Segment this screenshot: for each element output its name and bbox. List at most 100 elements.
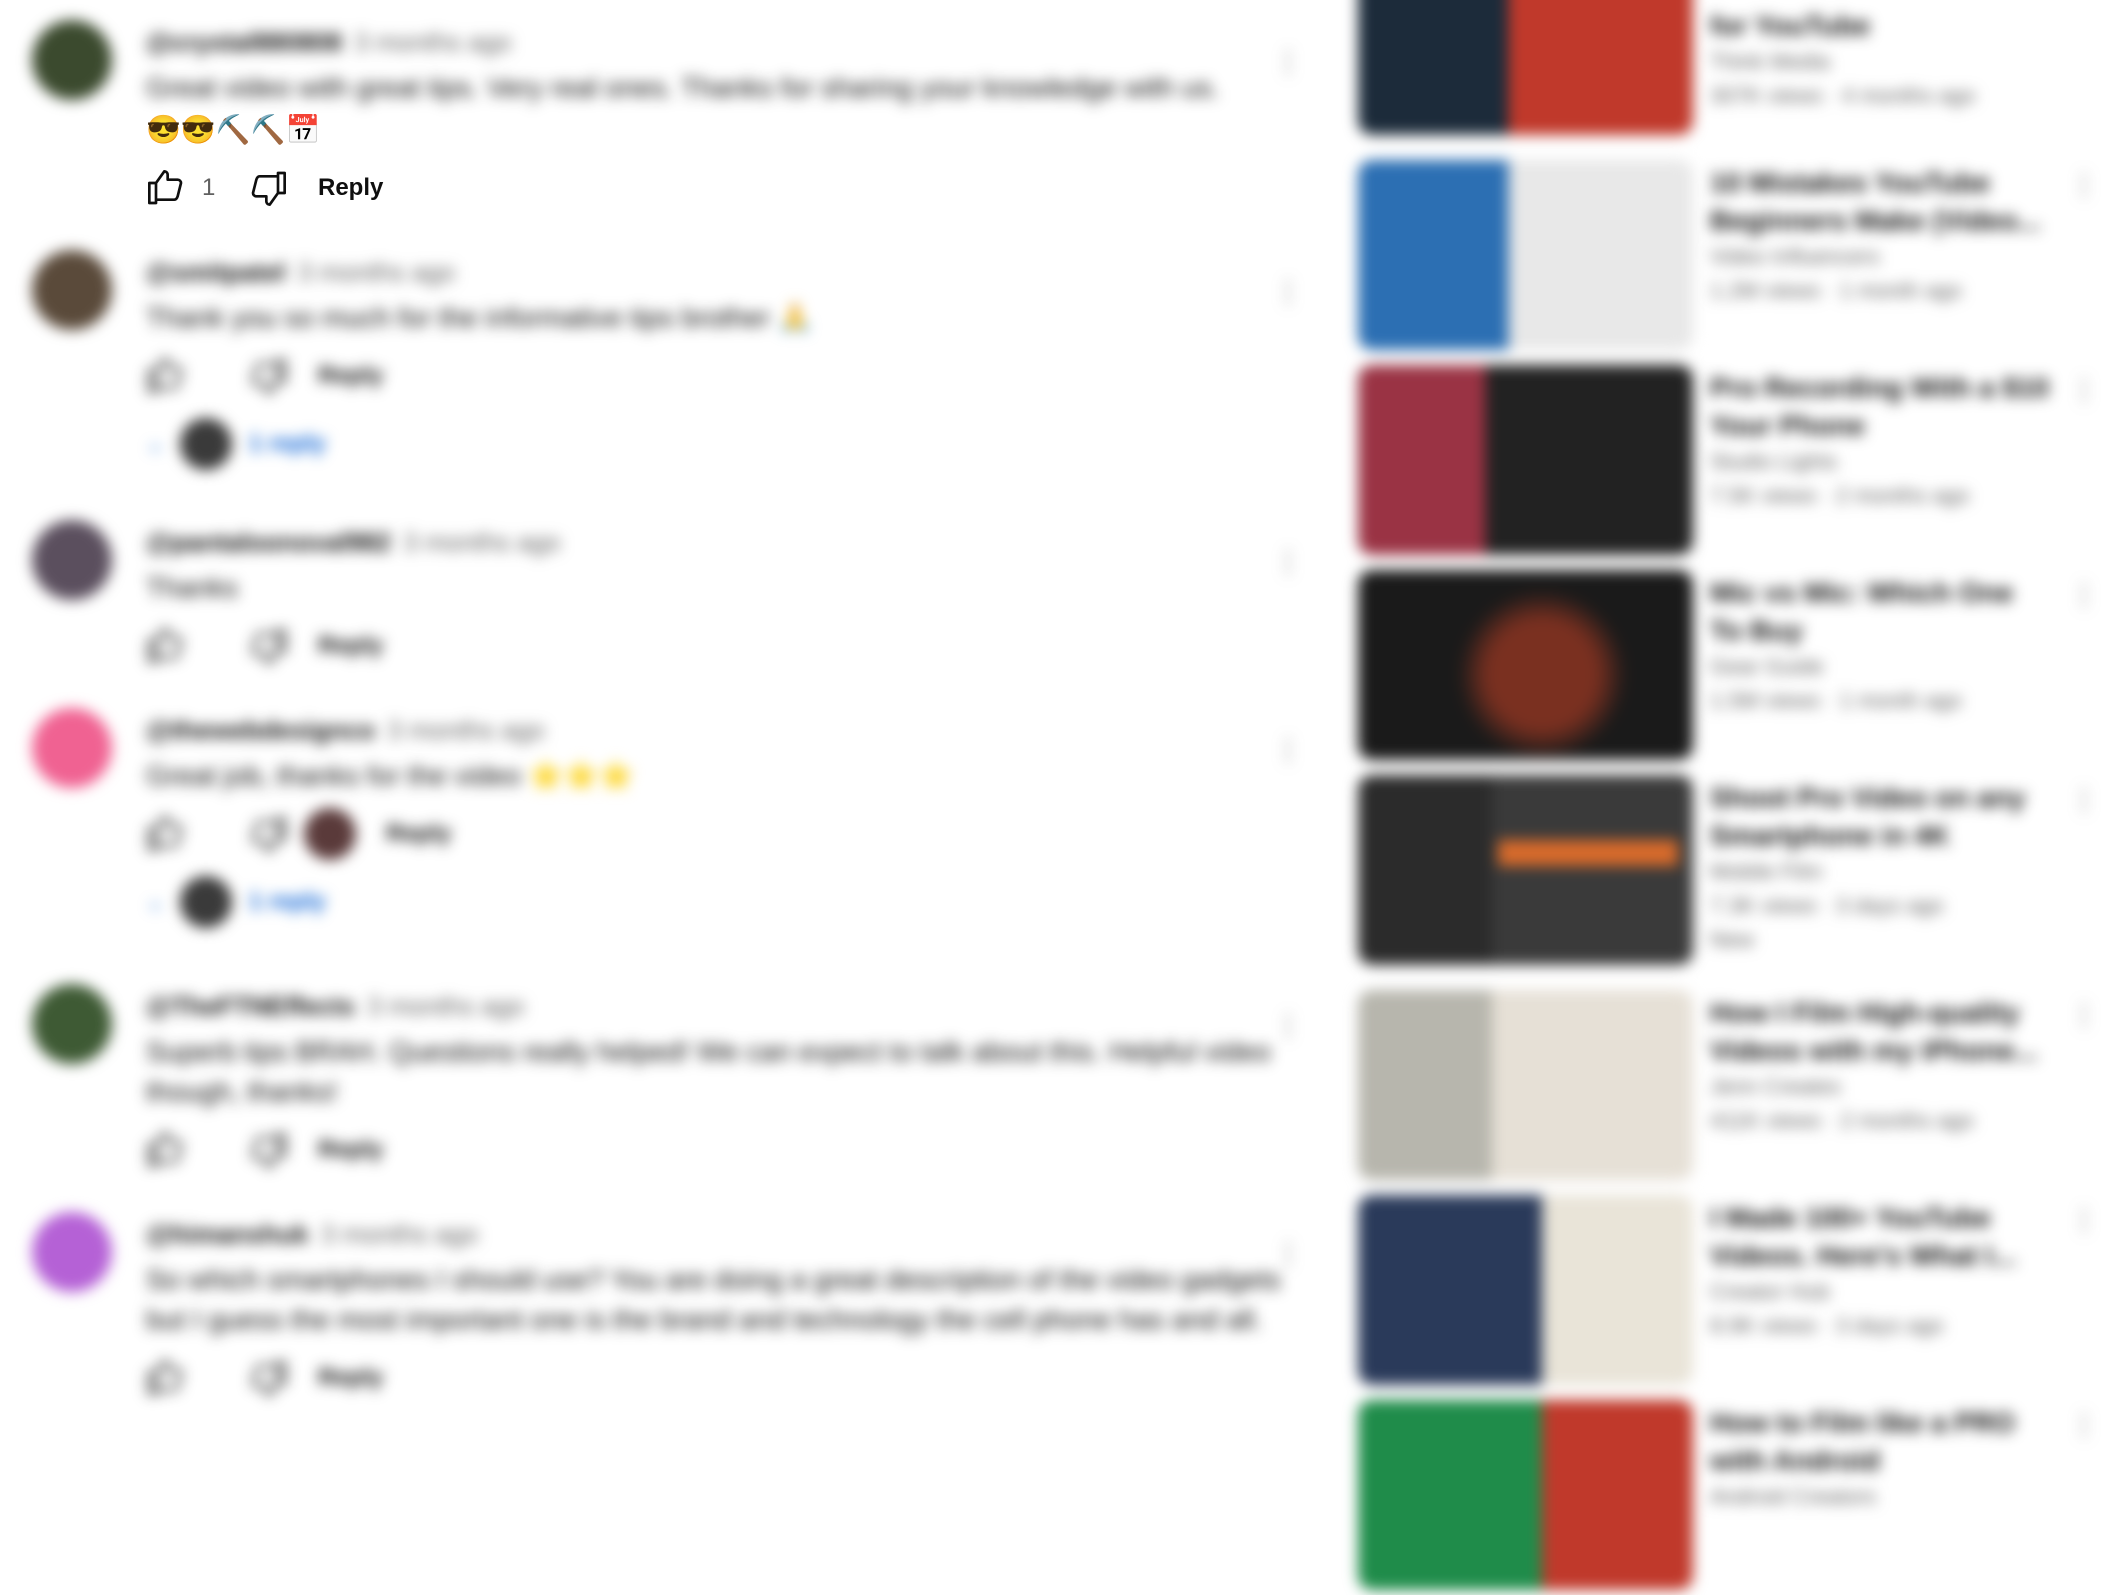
comment-time[interactable]: 3 months ago	[387, 715, 545, 746]
related-video[interactable]: Mic vs Mic: Which One To Buy Gear Guide …	[1358, 570, 2098, 765]
channel-name[interactable]: Mobile Film	[1710, 855, 2050, 889]
video-menu-icon[interactable]: ⋮	[2070, 578, 2098, 611]
avatar[interactable]	[32, 250, 112, 330]
video-thumbnail[interactable]	[1358, 365, 1693, 555]
reply-button[interactable]: Reply	[304, 1354, 397, 1402]
comment-actions: 1 Reply	[146, 158, 1288, 218]
comment-author[interactable]: @pantaloonoval982	[146, 527, 391, 558]
dislike-button[interactable]	[248, 626, 288, 666]
channel-name[interactable]: Gear Guide	[1710, 650, 2050, 684]
reply-button[interactable]: Reply	[304, 164, 397, 212]
dislike-button[interactable]	[248, 1358, 288, 1398]
thumb-down-icon	[251, 171, 286, 207]
related-video[interactable]: How to Film like a PRO with Android Andr…	[1358, 1400, 2098, 1595]
related-videos-sidebar: for YouTube Think Media 307K views · 4 m…	[1358, 0, 2098, 1590]
dislike-button[interactable]	[248, 814, 288, 854]
comment-text: Great video with great tips. Very real o…	[146, 72, 1220, 103]
thumb-up-icon	[148, 357, 183, 393]
thumb-up-icon	[148, 170, 183, 205]
comment-author[interactable]: @crystal880808	[146, 27, 342, 58]
view-replies-button[interactable]: ⌄ 1 reply	[146, 414, 1288, 474]
related-video[interactable]: 10 Mistakes YouTube Beginners Make (Vide…	[1358, 160, 2098, 355]
video-menu-icon[interactable]: ⋮	[2070, 1408, 2098, 1441]
like-button[interactable]	[146, 1130, 186, 1170]
video-thumbnail[interactable]	[1358, 0, 1693, 135]
video-thumbnail[interactable]	[1358, 160, 1693, 350]
reply-button[interactable]: Reply	[372, 810, 465, 858]
comment-author[interactable]: @himanshuk	[146, 1219, 309, 1250]
comment-author[interactable]: @smitpatel	[146, 257, 286, 288]
video-menu-icon[interactable]: ⋮	[2070, 373, 2098, 406]
avatar[interactable]	[32, 20, 112, 100]
video-title[interactable]: 10 Mistakes YouTube Beginners Make (Vide…	[1710, 164, 2050, 240]
related-video[interactable]: How I Film High-quality Videos with my i…	[1358, 990, 2098, 1185]
comment-author[interactable]: @thewebdesignco	[146, 715, 375, 746]
chevron-down-icon: ⌄	[146, 431, 165, 456]
video-thumbnail[interactable]	[1358, 570, 1693, 760]
related-video[interactable]: Pro Recording With a $10 Your Phone Stud…	[1358, 365, 2098, 560]
video-thumbnail[interactable]	[1358, 1195, 1693, 1385]
view-replies-button[interactable]: ⌄ 1 reply	[146, 872, 1288, 932]
comment-author[interactable]: @TheFTNEffects	[146, 991, 355, 1022]
video-thumbnail[interactable]	[1358, 775, 1693, 965]
thumb-up-icon	[148, 627, 183, 663]
video-title[interactable]: Shoot Pro Video on any Smartphone in 4K	[1710, 779, 2050, 855]
new-badge: New	[1710, 927, 1755, 952]
video-menu-icon[interactable]: ⋮	[2070, 783, 2098, 816]
dislike-button[interactable]	[248, 1130, 288, 1170]
comment-time[interactable]: 3 months ago	[298, 257, 456, 288]
comment-time[interactable]: 3 months ago	[354, 27, 512, 58]
comment-time[interactable]: 3 months ago	[321, 1219, 479, 1250]
video-menu-icon[interactable]: ⋮	[2070, 1203, 2098, 1236]
channel-name[interactable]: Studio Lights	[1710, 445, 2050, 479]
video-meta: 8.9K views · 3 days ago	[1710, 1313, 1944, 1338]
dislike-button[interactable]	[248, 168, 288, 208]
video-menu-icon[interactable]: ⋮	[2070, 998, 2098, 1031]
video-title[interactable]: Mic vs Mic: Which One To Buy	[1710, 574, 2050, 650]
comment-time[interactable]: 3 months ago	[367, 991, 525, 1022]
thumb-down-icon	[251, 629, 286, 665]
comment-thread: ⋮ @thewebdesignco 3 months ago Great job…	[28, 708, 1302, 948]
channel-name[interactable]: Think Media	[1710, 45, 2050, 79]
reply-button[interactable]: Reply	[304, 352, 397, 400]
thumb-up-icon	[148, 1131, 183, 1167]
thumb-down-icon	[251, 359, 286, 395]
reply-button[interactable]: Reply	[304, 1126, 397, 1174]
video-title[interactable]: Pro Recording With a $10 Your Phone	[1710, 369, 2050, 445]
video-meta: 7.3K views · 3 days ago	[1710, 893, 1944, 918]
like-button[interactable]	[146, 168, 186, 208]
video-menu-icon[interactable]: ⋮	[2070, 168, 2098, 201]
thumb-down-icon	[251, 1133, 286, 1169]
channel-name[interactable]: Creator Hub	[1710, 1275, 2050, 1309]
video-meta: 1.5M views · 1 month ago	[1710, 688, 1962, 713]
comments-section: ⋮ @crystal880808 3 months ago Great vide…	[0, 0, 1302, 1486]
like-button[interactable]	[146, 356, 186, 396]
related-video[interactable]: Shoot Pro Video on any Smartphone in 4K …	[1358, 775, 2098, 970]
like-button[interactable]	[146, 1358, 186, 1398]
avatar[interactable]	[32, 520, 112, 600]
comment-time[interactable]: 3 months ago	[403, 527, 561, 558]
video-thumbnail[interactable]	[1358, 990, 1693, 1180]
avatar[interactable]	[32, 1212, 112, 1292]
video-title[interactable]: for YouTube	[1710, 7, 2050, 45]
comment-text: So which smartphones I should use? You a…	[146, 1264, 1281, 1335]
channel-name[interactable]: Video Influencers	[1710, 240, 2050, 274]
comment-thread: ⋮ @himanshuk 3 months ago So which smart…	[28, 1212, 1302, 1472]
avatar[interactable]	[32, 984, 112, 1064]
comment-thread: ⋮ @smitpatel 3 months ago Thank you so m…	[28, 250, 1302, 480]
video-title[interactable]: How I Film High-quality Videos with my i…	[1710, 994, 2050, 1070]
like-button[interactable]	[146, 814, 186, 854]
like-button[interactable]	[146, 626, 186, 666]
comment-thread: ⋮ @TheFTNEffects 3 months ago Superb tip…	[28, 984, 1302, 1184]
video-title[interactable]: I Made 100+ YouTube Videos. Here's What …	[1710, 1199, 2050, 1275]
dislike-button[interactable]	[248, 356, 288, 396]
video-meta: 7.5K views · 2 months ago	[1710, 483, 1970, 508]
channel-name[interactable]: Android Creators	[1710, 1480, 2050, 1514]
related-video[interactable]: for YouTube Think Media 307K views · 4 m…	[1358, 0, 2098, 140]
video-thumbnail[interactable]	[1358, 1400, 1693, 1590]
channel-name[interactable]: Jenn Creates	[1710, 1070, 2050, 1104]
related-video[interactable]: I Made 100+ YouTube Videos. Here's What …	[1358, 1195, 2098, 1390]
reply-button[interactable]: Reply	[304, 622, 397, 670]
avatar[interactable]	[32, 708, 112, 788]
video-title[interactable]: How to Film like a PRO with Android	[1710, 1404, 2050, 1480]
